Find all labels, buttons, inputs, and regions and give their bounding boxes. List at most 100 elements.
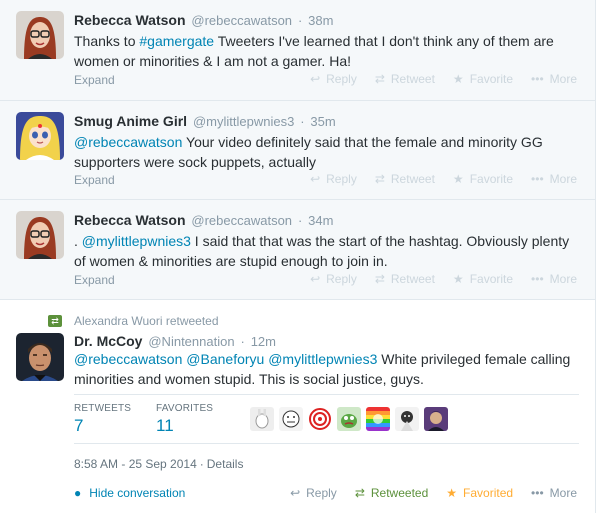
details-link[interactable]: Details — [207, 457, 244, 471]
star-icon: ★ — [446, 486, 458, 500]
reply-icon: ↩ — [310, 172, 321, 186]
retweets-label: RETWEETS — [74, 403, 132, 414]
star-icon: ★ — [452, 272, 464, 286]
reply-button[interactable]: ↩ Reply — [290, 486, 337, 500]
reply-button[interactable]: ↩ Reply — [310, 272, 357, 286]
more-button[interactable]: ••• More — [531, 272, 577, 286]
favorites-stat[interactable]: FAVORITES 11 — [156, 403, 213, 436]
fullname[interactable]: Rebecca Watson — [74, 12, 186, 28]
avatar[interactable] — [16, 333, 64, 381]
tweet-actions: ↩ Reply ⇄ Retweet ★ Favorite ••• More — [292, 72, 577, 86]
mention-link[interactable]: @Baneforyu — [186, 351, 264, 367]
retweeted-button[interactable]: ⇄ Retweeted — [355, 486, 428, 500]
more-button[interactable]: ••• More — [531, 72, 577, 86]
retweet-button[interactable]: ⇄ Retweet — [375, 72, 435, 86]
reply-icon: ↩ — [290, 486, 301, 500]
expand-link[interactable]: Expand — [74, 173, 115, 187]
more-dots-icon: ••• — [531, 172, 544, 186]
fullname[interactable]: Dr. McCoy — [74, 333, 142, 349]
favorite-button[interactable]: ★ Favorite — [453, 72, 513, 86]
retweeted-by-link[interactable]: Alexandra Wuori retweeted — [74, 314, 219, 328]
timestamp[interactable]: 12m — [251, 334, 276, 349]
retweet-icon: ⇄ — [354, 486, 365, 500]
more-label: More — [549, 172, 577, 186]
avatar[interactable] — [337, 407, 361, 431]
retweet-button[interactable]: ⇄ Retweet — [375, 172, 435, 186]
retweet-button[interactable]: ⇄ Retweet — [375, 272, 435, 286]
star-icon: ★ — [452, 172, 464, 186]
twitter-conversation: Rebecca Watson @rebeccawatson · 38m Than… — [0, 0, 596, 513]
retweet-label: Retweet — [390, 272, 435, 286]
star-icon: ★ — [452, 72, 464, 86]
timestamp[interactable]: 34m — [308, 213, 333, 228]
tweet[interactable]: Smug Anime Girl @mylittlepwnies3 · 35m @… — [0, 101, 595, 200]
favorites-label: FAVORITES — [156, 403, 214, 414]
fullname[interactable]: Smug Anime Girl — [74, 113, 187, 129]
expand-link[interactable]: Expand — [74, 73, 115, 87]
mention-link[interactable]: @mylittlepwnies3 — [82, 233, 191, 249]
favorited-label: Favorited — [463, 486, 514, 500]
avatar[interactable] — [308, 407, 332, 431]
timestamp[interactable]: 38m — [308, 13, 333, 28]
reply-button[interactable]: ↩ Reply — [310, 172, 357, 186]
tweet-header: Smug Anime Girl @mylittlepwnies3 · 35m — [74, 112, 336, 131]
mention-link[interactable]: @rebeccawatson — [74, 351, 182, 367]
separator-dot: · — [297, 213, 303, 228]
avatar[interactable] — [279, 407, 303, 431]
more-button[interactable]: ••• More — [531, 486, 577, 500]
reply-button[interactable]: ↩ Reply — [310, 72, 357, 86]
avatar[interactable] — [424, 407, 448, 431]
expand-link[interactable]: Expand — [74, 273, 115, 287]
retweet-context: ⇄ Alexandra Wuori retweeted — [48, 314, 219, 328]
avatar[interactable] — [16, 11, 64, 59]
tweet-actions: ↩ Reply ⇄ Retweet ★ Favorite ••• More — [292, 272, 577, 286]
username[interactable]: @mylittlepwnies3 — [193, 114, 294, 129]
retweet-icon: ⇄ — [48, 315, 62, 327]
tweet-text: . @mylittlepwnies3 I said that that was … — [74, 231, 579, 271]
mention-link[interactable]: @mylittlepwnies3 — [268, 351, 377, 367]
full-timestamp[interactable]: 8:58 AM - 25 Sep 2014 — [74, 457, 197, 471]
tweet-header: Rebecca Watson @rebeccawatson · 38m — [74, 11, 333, 30]
separator-dot: · — [300, 114, 305, 129]
retweets-stat[interactable]: RETWEETS 7 — [74, 403, 131, 436]
retweeted-label: Retweeted — [370, 486, 429, 500]
retweet-icon: ⇄ — [374, 172, 385, 186]
favorite-button[interactable]: ★ Favorite — [453, 272, 513, 286]
speech-bubble-icon: ● — [74, 486, 82, 500]
timestamp[interactable]: 35m — [310, 114, 335, 129]
separator-dot: · — [199, 457, 204, 471]
avatar[interactable] — [366, 407, 390, 431]
username[interactable]: @rebeccawatson — [191, 13, 292, 28]
avatar[interactable] — [250, 407, 274, 431]
favorite-label: Favorite — [469, 172, 514, 186]
favorites-count: 11 — [156, 416, 174, 435]
fullname[interactable]: Rebecca Watson — [74, 212, 186, 228]
username[interactable]: @rebeccawatson — [191, 213, 292, 228]
favorited-button[interactable]: ★ Favorited — [446, 486, 513, 500]
hide-conversation-link[interactable]: ● Hide conversation — [74, 486, 185, 500]
tweet[interactable]: Rebecca Watson @rebeccawatson · 34m . @m… — [0, 200, 595, 300]
avatar[interactable] — [16, 211, 64, 259]
mention-link[interactable]: @rebeccawatson — [74, 134, 182, 150]
more-dots-icon: ••• — [531, 72, 544, 86]
tweet-actions: ↩ Reply ⇄ Retweet ★ Favorite ••• More — [292, 172, 577, 186]
favorite-button[interactable]: ★ Favorite — [453, 172, 513, 186]
tweet[interactable]: Rebecca Watson @rebeccawatson · 38m Than… — [0, 0, 595, 101]
reply-icon: ↩ — [310, 72, 321, 86]
hashtag-link[interactable]: #gamergate — [139, 33, 214, 49]
reply-label: Reply — [326, 172, 357, 186]
more-label: More — [549, 72, 577, 86]
more-button[interactable]: ••• More — [531, 172, 577, 186]
retweets-count: 7 — [74, 416, 84, 435]
more-label: More — [549, 272, 577, 286]
username[interactable]: @Nintennation — [148, 334, 234, 349]
favorite-label: Favorite — [469, 272, 514, 286]
avatar[interactable] — [16, 112, 64, 160]
more-dots-icon: ••• — [531, 272, 544, 286]
avatar[interactable] — [395, 407, 419, 431]
tweet-expanded[interactable]: ⇄ Alexandra Wuori retweeted Dr. McCoy @N… — [0, 300, 595, 513]
tweet-text: @rebeccawatson @Baneforyu @mylittlepwnie… — [74, 349, 579, 389]
retweet-icon: ⇄ — [374, 72, 385, 86]
reply-label: Reply — [326, 272, 357, 286]
tweet-actions: ↩ Reply ⇄ Retweeted ★ Favorited ••• More — [272, 486, 577, 500]
